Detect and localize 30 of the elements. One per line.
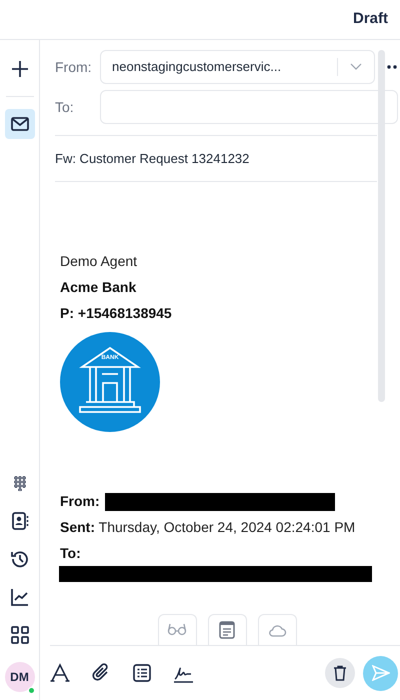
scrollbar[interactable] bbox=[378, 50, 385, 402]
list-icon[interactable] bbox=[132, 663, 152, 683]
note-icon bbox=[217, 620, 237, 640]
app-tab[interactable] bbox=[208, 614, 246, 645]
signature-company: Acme Bank bbox=[60, 278, 138, 297]
rail-button[interactable] bbox=[4, 109, 34, 139]
from-dropdown[interactable]: neonstagingcustomerservic... bbox=[100, 50, 375, 84]
header-line: Sent: Thursday, October 24, 2024 02:24:01 PM bbox=[60, 518, 356, 537]
header-title: Draft bbox=[352, 9, 388, 30]
delete-button[interactable] bbox=[325, 658, 355, 688]
line-chart-icon bbox=[10, 587, 30, 607]
dialpad-icon bbox=[12, 475, 28, 491]
header-line: From: bbox=[60, 492, 100, 511]
mail-icon bbox=[10, 114, 30, 134]
add-icon bbox=[10, 59, 30, 79]
to-label: To: bbox=[55, 98, 75, 116]
send-icon bbox=[372, 665, 390, 681]
subject-line[interactable]: Fw: Customer Request 13241232 bbox=[55, 136, 377, 181]
user-avatar[interactable]: DM bbox=[4, 662, 34, 692]
history-icon bbox=[10, 549, 30, 569]
header-line: To: bbox=[60, 544, 82, 563]
grid-icon bbox=[10, 625, 30, 645]
trash-icon bbox=[333, 665, 347, 681]
signature-phone: P: +15468138945 bbox=[60, 304, 173, 323]
chevron-down-icon bbox=[350, 63, 362, 71]
from-label: From: bbox=[55, 58, 93, 76]
signature-name: Demo Agent bbox=[60, 252, 138, 271]
contact-card-icon bbox=[10, 511, 30, 531]
to-field[interactable] bbox=[100, 90, 398, 124]
font-icon[interactable] bbox=[50, 663, 70, 683]
